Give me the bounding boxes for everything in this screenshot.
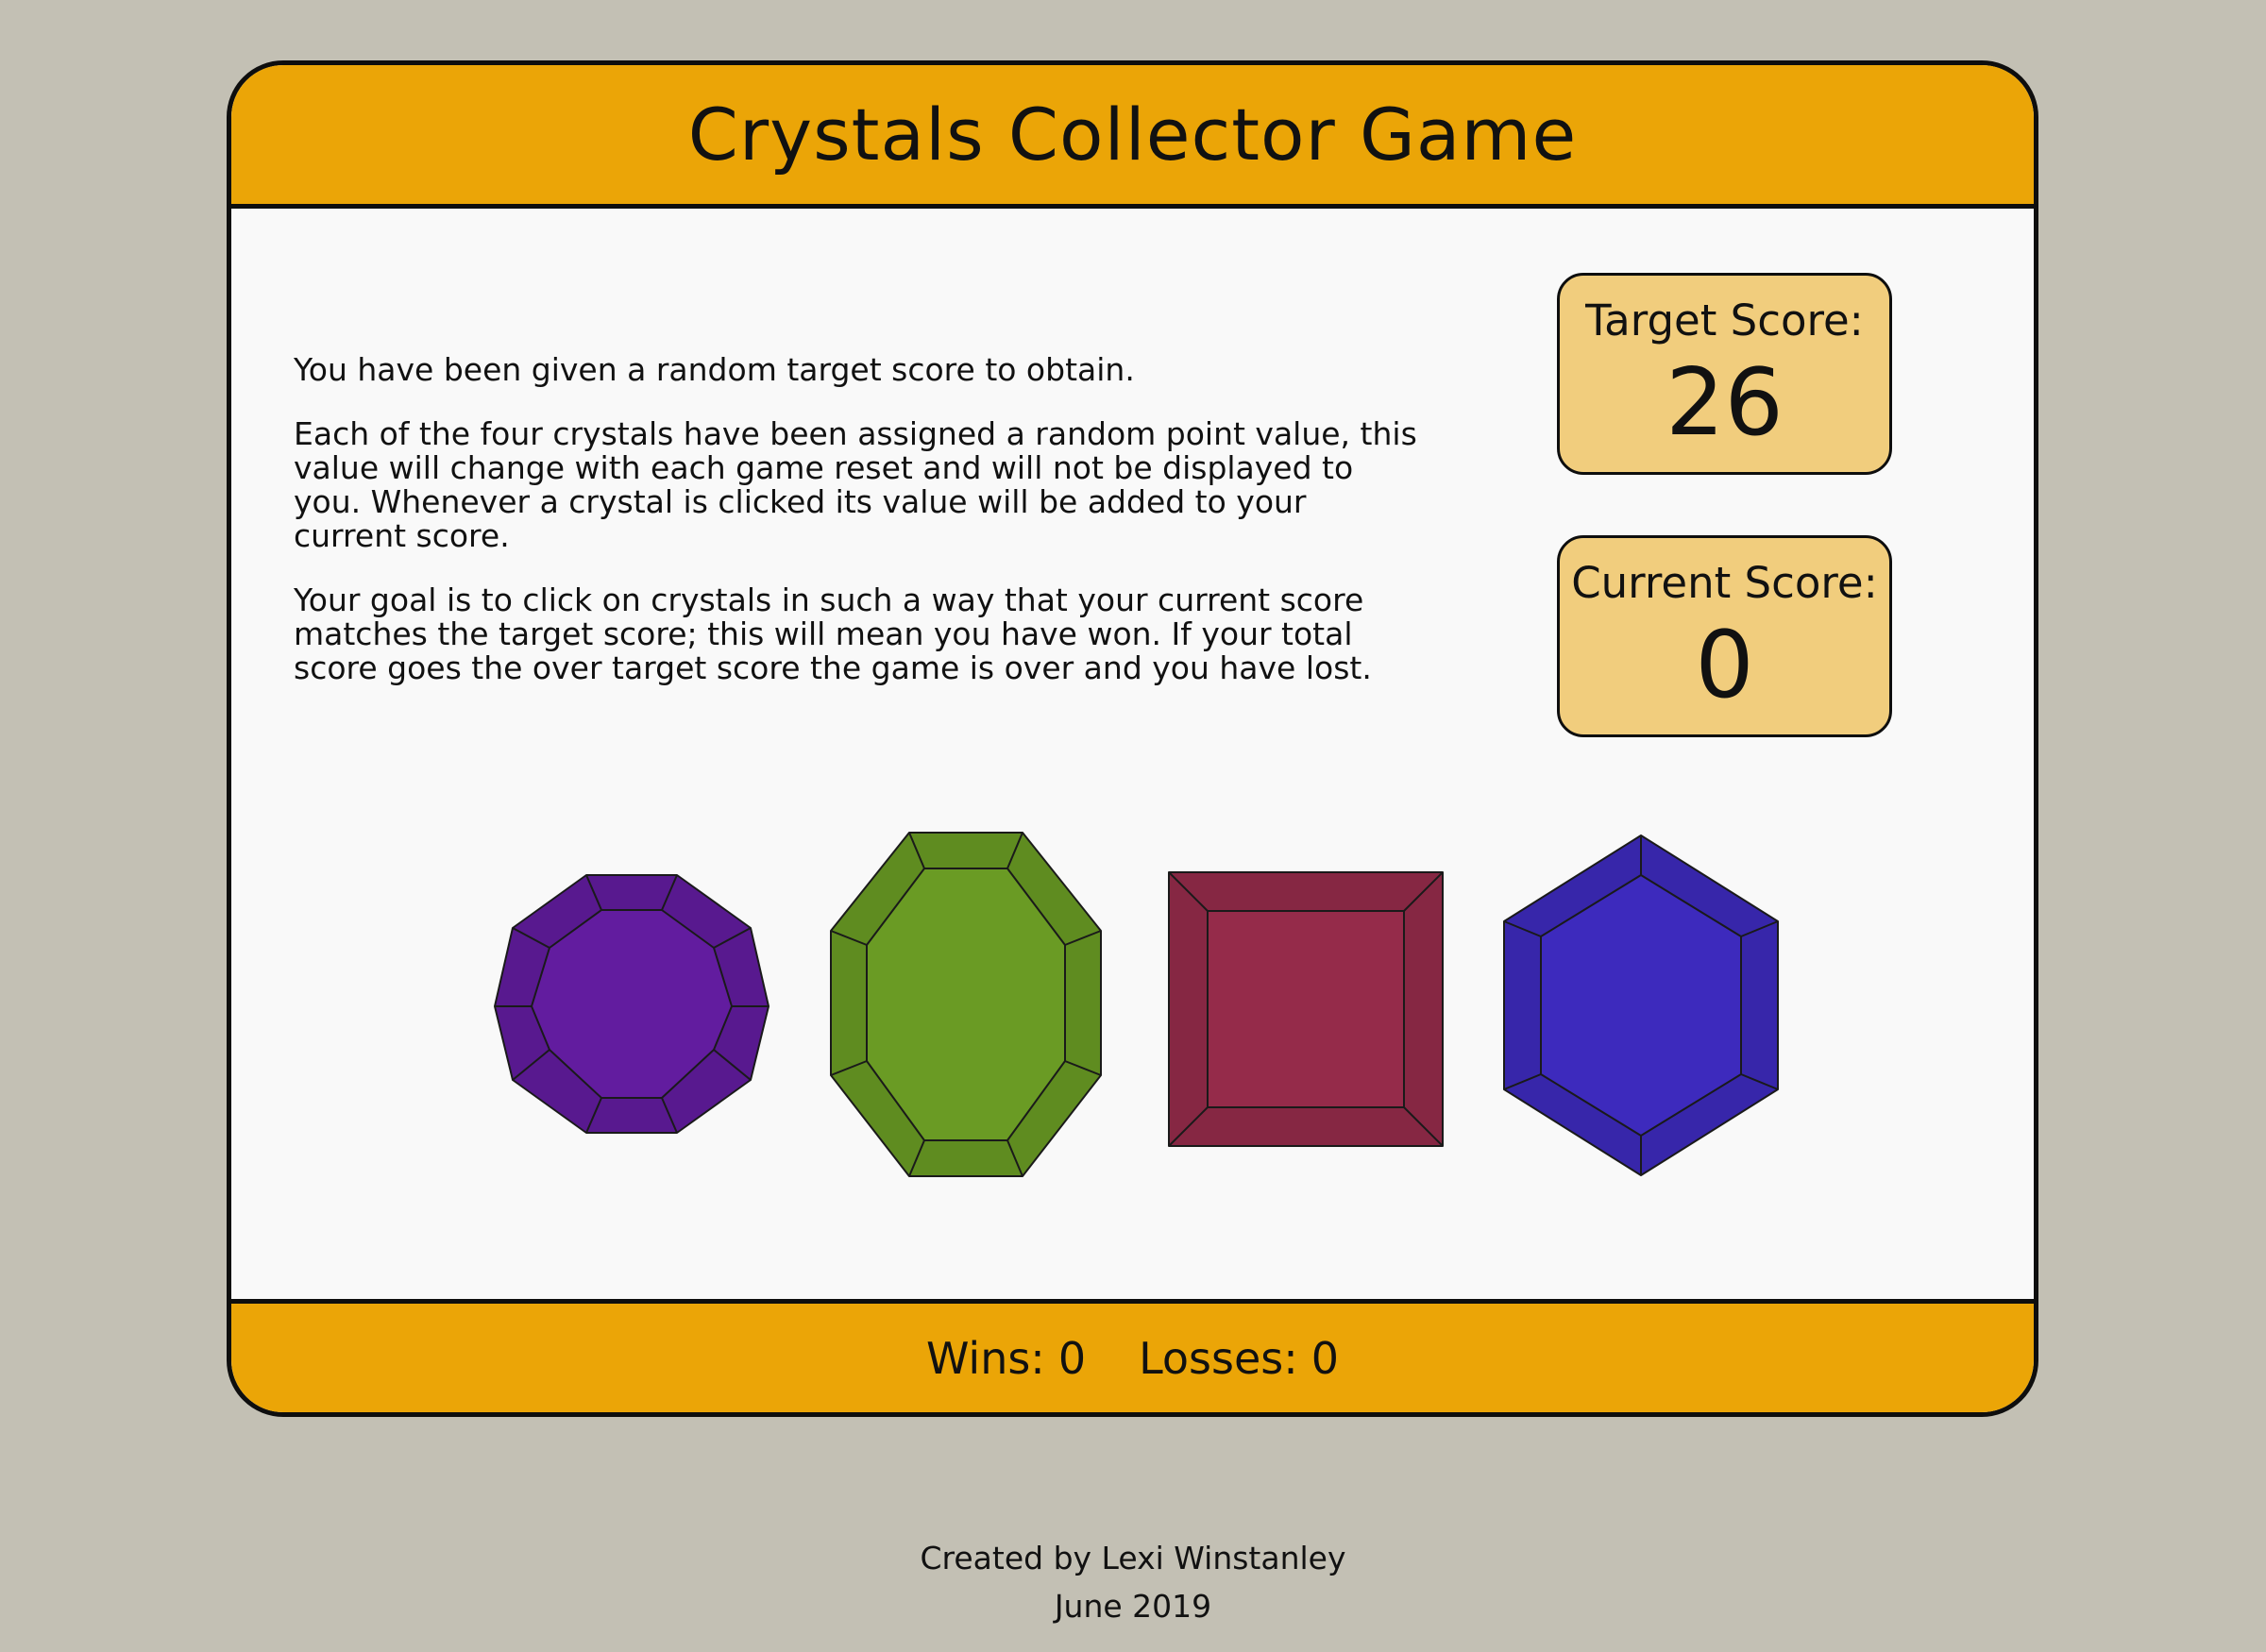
page-title: Crystals Collector Game xyxy=(687,93,1578,177)
game-card: Crystals Collector Game You have been gi… xyxy=(227,60,2038,1417)
wins-counter: Wins: 0 xyxy=(926,1333,1086,1384)
losses-label: Losses: xyxy=(1139,1332,1298,1384)
instruction-paragraph: You have been given a random target scor… xyxy=(294,351,1135,388)
losses-value: 0 xyxy=(1311,1332,1340,1384)
blue-crystal[interactable] xyxy=(1501,833,1781,1178)
instruction-paragraph: Each of the four crystals have been assi… xyxy=(294,415,1417,554)
instructions: You have been given a random target scor… xyxy=(294,353,1427,716)
footer-bar: Wins: 0 Losses: 0 xyxy=(231,1299,2034,1412)
crystal-row xyxy=(231,65,2034,1412)
current-score-value: 0 xyxy=(1695,612,1754,719)
wins-label: Wins: xyxy=(925,1332,1045,1384)
target-score-label: Target Score: xyxy=(1585,295,1864,346)
green-crystal[interactable] xyxy=(826,828,1106,1181)
purple-crystal[interactable] xyxy=(492,870,771,1138)
target-score-value: 26 xyxy=(1666,349,1784,457)
instruction-paragraph: Your goal is to click on crystals in suc… xyxy=(294,582,1372,686)
current-score-label: Current Score: xyxy=(1571,558,1878,608)
red-crystal[interactable] xyxy=(1166,869,1446,1149)
date-credit: June 2019 xyxy=(1054,1588,1212,1625)
header-bar: Crystals Collector Game xyxy=(231,65,2034,209)
author-credit: Created by Lexi Winstanley xyxy=(920,1540,1346,1576)
credits: Created by Lexi Winstanley June 2019 xyxy=(0,1534,2266,1630)
current-score-box: Current Score: 0 xyxy=(1557,535,1892,737)
target-score-box: Target Score: 26 xyxy=(1557,273,1892,475)
wins-value: 0 xyxy=(1057,1332,1087,1384)
losses-counter: Losses: 0 xyxy=(1139,1333,1339,1384)
